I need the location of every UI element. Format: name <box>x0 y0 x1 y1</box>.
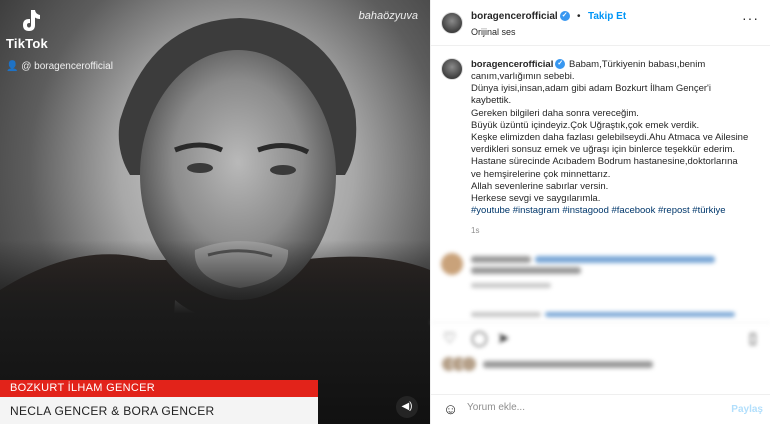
verified-badge-icon: ✓ <box>559 11 570 22</box>
caption-line: Dünya iyisi,insan,adam gibi adam Bozkurt… <box>471 83 711 95</box>
smiley-icon[interactable]: ☺ <box>443 401 458 418</box>
comment-meta-blur <box>471 312 541 317</box>
comment-username-blur <box>471 256 531 263</box>
follow-button[interactable]: Takip Et <box>588 11 626 22</box>
share-comment-button[interactable]: Paylaş <box>731 404 763 415</box>
lower-third-credit-bar: NECLA GENCER & BORA GENCER <box>0 397 318 424</box>
post-panel: boragencerofficial ✓ • Takip Et Orijinal … <box>430 0 770 424</box>
watermark: bahaözyuva <box>358 10 418 22</box>
comment-avatar <box>441 253 463 275</box>
comment-text-blur <box>535 256 715 263</box>
likes-text-blur <box>483 361 653 368</box>
tiktok-logo-icon <box>23 10 40 31</box>
caption-first-line: Babam,Türkiyenin babası,benim <box>569 59 706 70</box>
user-icon: 👤 <box>6 61 19 72</box>
caption-line: Keşke elimizden daha fazlası gelebilseyd… <box>471 132 749 144</box>
action-bar: ♡ ◯ ➤ ▯ <box>431 322 770 350</box>
caption-line: kaybettik. <box>471 95 512 107</box>
caption-line: Herkese sevgi ve saygılarımla. <box>471 193 601 205</box>
header-separator: • <box>577 11 581 22</box>
lower-third-credit: NECLA GENCER & BORA GENCER <box>10 404 215 418</box>
video-player[interactable]: TikTok 👤 @ boragencerofficial bahaözyuva… <box>0 0 430 424</box>
caption-line: verdikleri sonsuz emek ve uğraşı için bi… <box>471 144 735 156</box>
tiktok-username: 👤 @ boragencerofficial <box>6 61 113 72</box>
speaker-icon[interactable]: ◀) <box>396 396 418 418</box>
lower-third-name: BOZKURT İLHAM GENCER <box>10 382 155 394</box>
verified-badge-icon: ✓ <box>555 59 566 70</box>
comment-meta-blur <box>545 312 735 317</box>
bookmark-icon[interactable]: ▯ <box>749 329 757 347</box>
comment-box: ☺ Paylaş <box>431 394 770 424</box>
caption-line: Büyük üzüntü içindeyiz.Çok Uğraştık,çok … <box>471 119 700 131</box>
comment-text-blur <box>471 267 581 274</box>
caption-avatar[interactable] <box>441 58 463 80</box>
lower-third-name-bar: BOZKURT İLHAM GENCER <box>0 380 318 397</box>
blurred-comment <box>441 253 761 293</box>
tiktok-wordmark: TikTok <box>6 36 48 51</box>
audio-label[interactable]: Orijinal ses <box>471 27 516 37</box>
tiktok-overlay: TikTok 👤 @ boragencerofficial <box>6 8 113 72</box>
share-icon[interactable]: ➤ <box>497 329 510 347</box>
caption-username[interactable]: boragencerofficial ✓ <box>471 59 566 70</box>
caption-line: Allah sevenlerine sabırlar versin. <box>471 180 609 192</box>
comment-meta-blur <box>471 283 551 288</box>
comment-input[interactable] <box>467 402 707 413</box>
caption-line: canım,varlığımın sebebi. <box>471 71 575 82</box>
caption-line: Hastane sürecinde Acıbadem Bodrum hastan… <box>471 156 738 168</box>
header-username-text[interactable]: boragencerofficial <box>471 11 558 22</box>
heart-icon[interactable]: ♡ <box>443 329 456 347</box>
liker-avatar <box>461 356 477 372</box>
avatar[interactable] <box>441 12 463 34</box>
header-username[interactable]: boragencerofficial ✓ <box>471 11 570 22</box>
post-time: 1s <box>471 226 480 235</box>
likes-row <box>441 356 761 376</box>
blurred-comment-link <box>441 312 761 320</box>
caption-line: Gereken bilgileri daha sonra vereceğim. <box>471 107 639 119</box>
tiktok-username-text: @ boragencerofficial <box>21 61 113 72</box>
comment-icon[interactable]: ◯ <box>471 329 488 347</box>
caption-line: ve hemşirelerine çok minnettarız. <box>471 168 611 180</box>
caption-body: canım,varlığımın sebebi. Dünya iyisi,ins… <box>471 71 767 217</box>
caption-username-text[interactable]: boragencerofficial <box>471 59 553 70</box>
more-options-button[interactable]: ··· <box>742 10 759 26</box>
caption-hashtags[interactable]: #youtube #instagram #instagood #facebook… <box>471 205 767 217</box>
post-header: boragencerofficial ✓ • Takip Et Orijinal … <box>431 0 770 46</box>
